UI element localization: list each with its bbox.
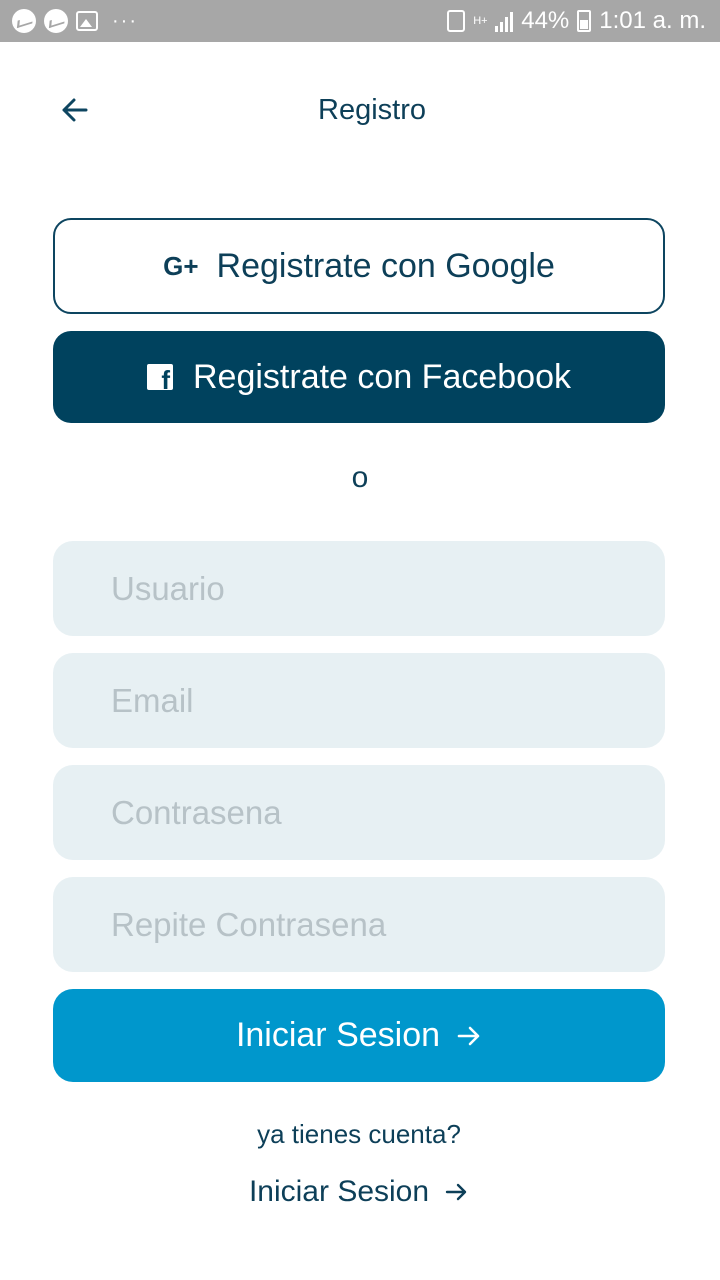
network-type: H+	[473, 14, 488, 27]
notification-icons: ···	[12, 9, 138, 33]
or-separator: o	[351, 461, 369, 494]
messenger-icon	[12, 9, 36, 33]
image-icon	[76, 11, 98, 31]
repeat-password-input[interactable]	[53, 877, 665, 972]
login-link-label: Iniciar Sesion	[248, 1175, 430, 1208]
recycle-icon	[447, 10, 466, 32]
signal-icon	[495, 10, 514, 32]
system-icons: H+ 44% 1:01 a. m.	[447, 7, 706, 35]
google-plus-icon: G+	[163, 250, 199, 281]
password-input[interactable]	[53, 765, 665, 860]
arrow-right-icon	[456, 1024, 482, 1048]
email-input[interactable]	[53, 653, 665, 748]
username-input[interactable]	[53, 541, 665, 636]
google-signup-button[interactable]: G+ Registrate con Google	[53, 218, 665, 314]
more-notifications-icon: ···	[112, 10, 138, 32]
messenger-icon-2	[44, 9, 68, 33]
submit-login-label: Iniciar Sesion	[235, 1016, 441, 1054]
clock: 1:01 a. m.	[599, 7, 706, 34]
google-signup-label: Registrate con Google	[216, 246, 555, 285]
have-account-text: ya tienes cuenta?	[257, 1119, 461, 1149]
battery-percent: 44%	[521, 7, 570, 34]
submit-login-button[interactable]: Iniciar Sesion	[53, 989, 665, 1082]
facebook-icon: f	[147, 364, 173, 390]
facebook-signup-label: Registrate con Facebook	[193, 357, 571, 396]
login-link[interactable]: Iniciar Sesion	[0, 1174, 718, 1210]
facebook-signup-button[interactable]: f Registrate con Facebook	[53, 331, 665, 423]
page-title: Registro	[318, 94, 426, 126]
status-bar: ··· H+ 44% 1:01 a. m.	[0, 0, 720, 42]
battery-icon	[577, 10, 592, 32]
arrow-right-icon	[445, 1181, 469, 1203]
